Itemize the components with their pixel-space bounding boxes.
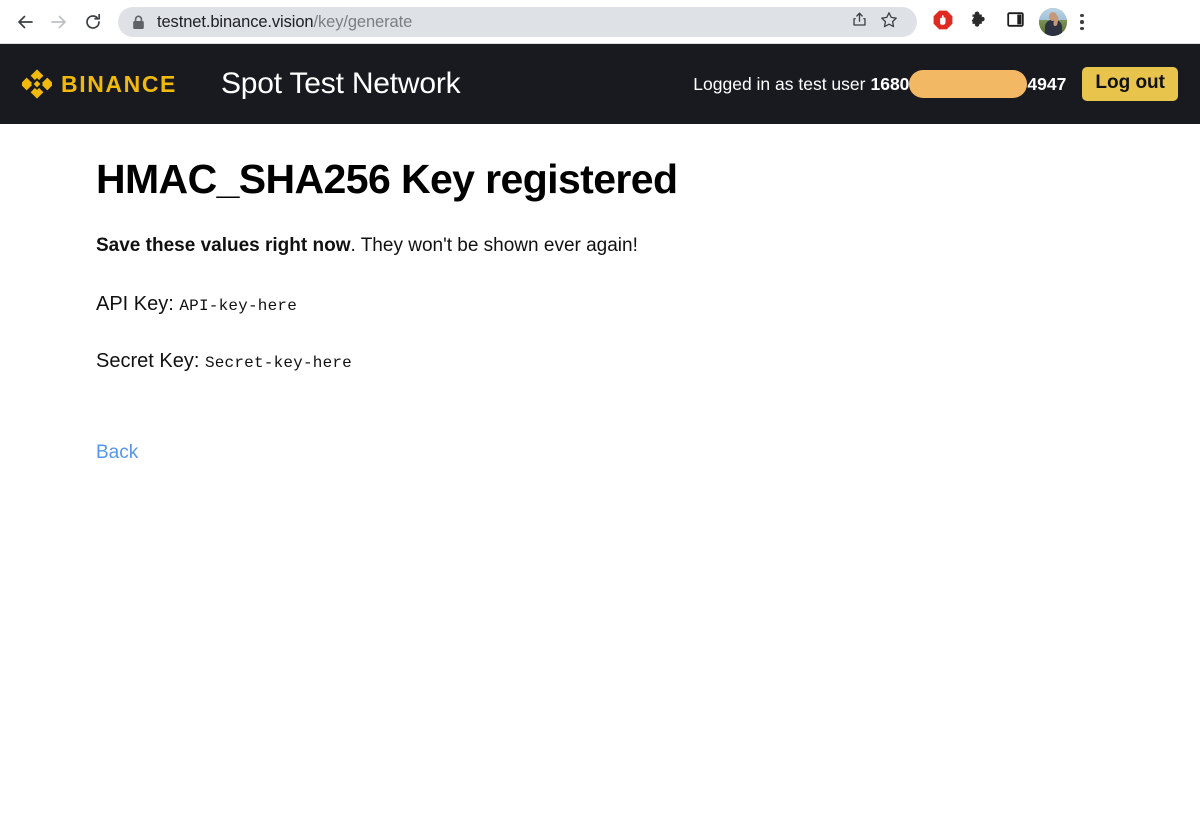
back-link[interactable]: Back (96, 442, 138, 464)
login-status-text: Logged in as test user (693, 73, 866, 94)
api-key-label: API Key: (96, 292, 174, 315)
page-content: HMAC_SHA256 Key registered Save these va… (0, 124, 1200, 836)
secret-key-label: Secret Key: (96, 349, 200, 372)
three-dot-menu-icon (1080, 13, 1084, 18)
browser-toolbar: testnet.binance.vision/key/generate (0, 0, 1200, 44)
url-text: testnet.binance.vision/key/generate (157, 13, 412, 32)
puzzle-icon (969, 10, 989, 35)
browser-extensions-area (923, 7, 1095, 37)
three-dot-menu-icon (1080, 20, 1084, 24)
login-status: Logged in as test user 1680 4947 (693, 70, 1066, 98)
binance-wordmark: BINANCE (61, 70, 177, 97)
browser-menu-button[interactable] (1069, 7, 1095, 37)
side-panel-button[interactable] (999, 7, 1031, 37)
redacted-user-id (909, 70, 1028, 98)
forward-button[interactable] (44, 7, 74, 37)
back-button[interactable] (10, 7, 40, 37)
adblock-icon (932, 9, 954, 36)
extensions-button[interactable] (963, 7, 995, 37)
user-id-suffix: 4947 (1027, 73, 1067, 94)
site-header: BINANCE Spot Test Network Logged in as t… (0, 44, 1200, 124)
three-dot-menu-icon (1080, 26, 1084, 31)
secret-key-value[interactable]: Secret-key-here (205, 354, 352, 372)
address-bar[interactable]: testnet.binance.vision/key/generate (118, 7, 917, 37)
api-key-value[interactable]: API-key-here (179, 297, 297, 315)
adblock-extension-button[interactable] (927, 7, 959, 37)
arrow-left-icon (15, 12, 35, 32)
binance-brand[interactable]: BINANCE (22, 69, 177, 99)
bookmark-button[interactable] (875, 8, 903, 36)
warning-rest: . They won't be shown ever again! (350, 235, 638, 257)
warning-emphasis: Save these values right now (96, 235, 351, 257)
page-title: HMAC_SHA256 Key registered (96, 156, 678, 202)
profile-avatar[interactable] (1039, 8, 1067, 36)
share-icon (851, 11, 868, 33)
sidepanel-icon (1006, 10, 1025, 34)
warning-message: Save these values right now. They won't … (96, 233, 1104, 260)
share-button[interactable] (845, 8, 873, 36)
logout-button[interactable]: Log out (1082, 66, 1178, 102)
user-id-prefix: 1680 (870, 73, 910, 94)
api-key-row: API Key: API-key-here (96, 291, 1104, 317)
secret-key-row: Secret Key: Secret-key-here (96, 348, 1104, 374)
reload-button[interactable] (78, 7, 108, 37)
url-path: /key/generate (313, 12, 413, 31)
arrow-right-icon (49, 12, 69, 32)
reload-icon (83, 12, 103, 32)
site-title: Spot Test Network (220, 67, 461, 100)
url-domain: testnet.binance.vision (157, 12, 314, 31)
lock-icon (132, 15, 145, 30)
star-icon (880, 11, 898, 34)
binance-diamond-logo-icon (22, 69, 52, 99)
